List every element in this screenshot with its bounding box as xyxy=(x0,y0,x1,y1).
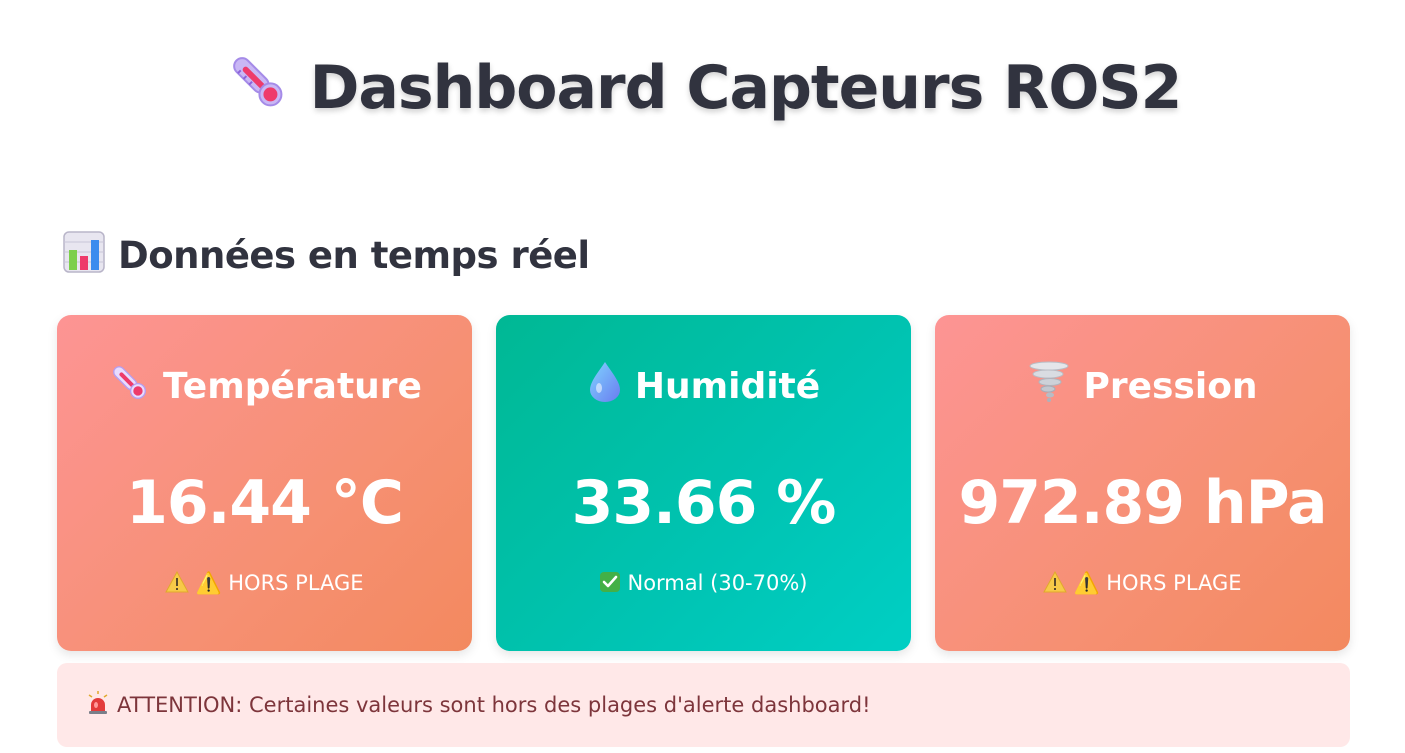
siren-icon xyxy=(87,691,109,720)
pressure-card-title: Pression xyxy=(935,360,1350,413)
warning-icon xyxy=(165,570,190,598)
tornado-icon xyxy=(1027,360,1071,413)
pressure-status-text: ⚠️ HORS PLAGE xyxy=(1073,571,1242,595)
page-title: Dashboard Capteurs ROS2 xyxy=(0,48,1405,129)
thermometer-icon xyxy=(107,360,151,413)
humidity-value: 33.66 % xyxy=(571,468,837,538)
alert-banner: ATTENTION: Certaines valeurs sont hors d… xyxy=(57,663,1350,747)
pressure-card: Pression 972.89 hPa ⚠️ HORS PLAGE xyxy=(935,315,1350,651)
pressure-value: 972.89 hPa xyxy=(958,468,1328,538)
temperature-card: Température 16.44 °C ⚠️ HORS PLAGE xyxy=(57,315,472,651)
thermometer-icon xyxy=(224,48,290,129)
bar-chart-icon xyxy=(62,230,106,283)
temperature-status: ⚠️ HORS PLAGE xyxy=(57,570,472,598)
pressure-label: Pression xyxy=(1083,366,1258,407)
humidity-status-text: Normal (30-70%) xyxy=(627,571,808,595)
page-title-text: Dashboard Capteurs ROS2 xyxy=(309,53,1183,123)
temperature-card-title: Température xyxy=(57,360,472,413)
section-title: Données en temps réel xyxy=(62,230,590,283)
temperature-value: 16.44 °C xyxy=(126,468,404,538)
humidity-label: Humidité xyxy=(634,366,821,407)
temperature-status-text: ⚠️ HORS PLAGE xyxy=(195,571,364,595)
check-icon xyxy=(599,571,621,598)
humidity-card-title: Humidité xyxy=(496,360,911,413)
humidity-status: Normal (30-70%) xyxy=(496,571,911,598)
alert-text: ATTENTION: Certaines valeurs sont hors d… xyxy=(117,693,871,717)
section-title-text: Données en temps réel xyxy=(118,234,590,277)
warning-icon xyxy=(1043,570,1068,598)
dashboard-page: Dashboard Capteurs ROS2 Données en temps… xyxy=(0,0,1405,753)
pressure-status: ⚠️ HORS PLAGE xyxy=(935,570,1350,598)
temperature-label: Température xyxy=(163,366,422,407)
humidity-card: Humidité 33.66 % Normal (30-70%) xyxy=(496,315,911,651)
droplet-icon xyxy=(587,360,623,413)
